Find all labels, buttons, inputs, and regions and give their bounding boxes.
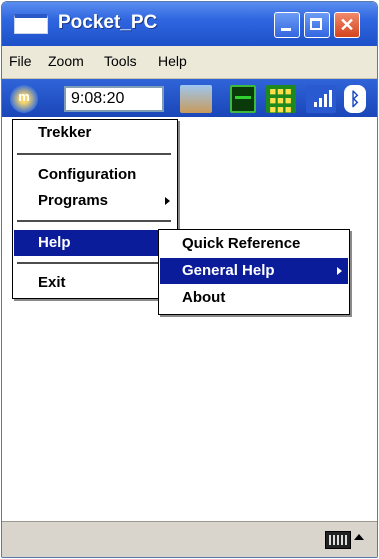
window-icon	[14, 14, 48, 34]
menu-item-trekker[interactable]: Trekker	[14, 120, 176, 146]
m-logo-icon[interactable]: m	[10, 85, 38, 113]
menu-item-exit[interactable]: Exit	[14, 270, 176, 296]
menu-file[interactable]: File	[9, 53, 32, 69]
bluetooth-icon[interactable]: ᛒ	[344, 85, 366, 113]
close-icon: ✕	[339, 15, 355, 35]
menu-item-label: Configuration	[38, 166, 137, 183]
menu-bar: File Zoom Tools Help	[2, 46, 377, 79]
submenu-item-about[interactable]: About	[160, 285, 348, 311]
submenu-item-general-help[interactable]: General Help	[160, 258, 348, 284]
signal-icon[interactable]	[306, 85, 336, 113]
menu-item-label: Trekker	[38, 124, 92, 141]
minimize-icon	[281, 28, 291, 31]
menu-separator	[17, 220, 171, 222]
menu-zoom[interactable]: Zoom	[48, 53, 84, 69]
window-title: Pocket_PC	[58, 12, 158, 33]
battery-icon[interactable]	[230, 85, 256, 113]
main-dropdown-menu: Trekker Configuration Programs Help Exit	[12, 119, 178, 299]
globe-connect-icon[interactable]	[180, 85, 212, 113]
menu-item-programs[interactable]: Programs	[14, 188, 176, 214]
bottom-bar	[2, 521, 377, 557]
device-window: Pocket_PC ✕ File Zoom Tools Help m 9:08:…	[1, 1, 378, 558]
maximize-icon	[310, 18, 322, 30]
menu-item-label: Exit	[38, 274, 66, 291]
menu-item-label: Programs	[38, 192, 109, 209]
menu-help[interactable]: Help	[158, 53, 187, 69]
keypad-icon[interactable]: ■■■ ■■■ ■■■	[266, 85, 296, 116]
input-menu-arrow-icon[interactable]	[354, 534, 364, 540]
submenu-item-quick-reference[interactable]: Quick Reference	[160, 231, 348, 257]
submenu-arrow-icon	[165, 197, 170, 205]
menu-item-help[interactable]: Help	[14, 230, 176, 256]
keyboard-icon[interactable]	[325, 531, 351, 549]
submenu-item-label: Quick Reference	[182, 235, 301, 252]
maximize-button[interactable]	[304, 12, 330, 38]
menu-tools[interactable]: Tools	[104, 53, 137, 69]
minimize-button[interactable]	[274, 12, 300, 38]
submenu-arrow-icon	[337, 267, 342, 275]
menu-item-configuration[interactable]: Configuration	[14, 162, 176, 188]
submenu-item-label: About	[182, 289, 226, 306]
menu-separator	[17, 153, 171, 155]
menu-item-label: Help	[38, 234, 71, 251]
clock-display: 9:08:20	[64, 86, 164, 112]
close-button[interactable]: ✕	[334, 12, 360, 38]
submenu-item-label: General Help	[182, 262, 275, 279]
title-bar: Pocket_PC ✕	[2, 2, 377, 46]
menu-separator	[17, 262, 171, 264]
toolbar: m 9:08:20 ■■■ ■■■ ■■■ ᛒ	[2, 79, 377, 117]
help-submenu: Quick Reference General Help About	[158, 229, 350, 315]
